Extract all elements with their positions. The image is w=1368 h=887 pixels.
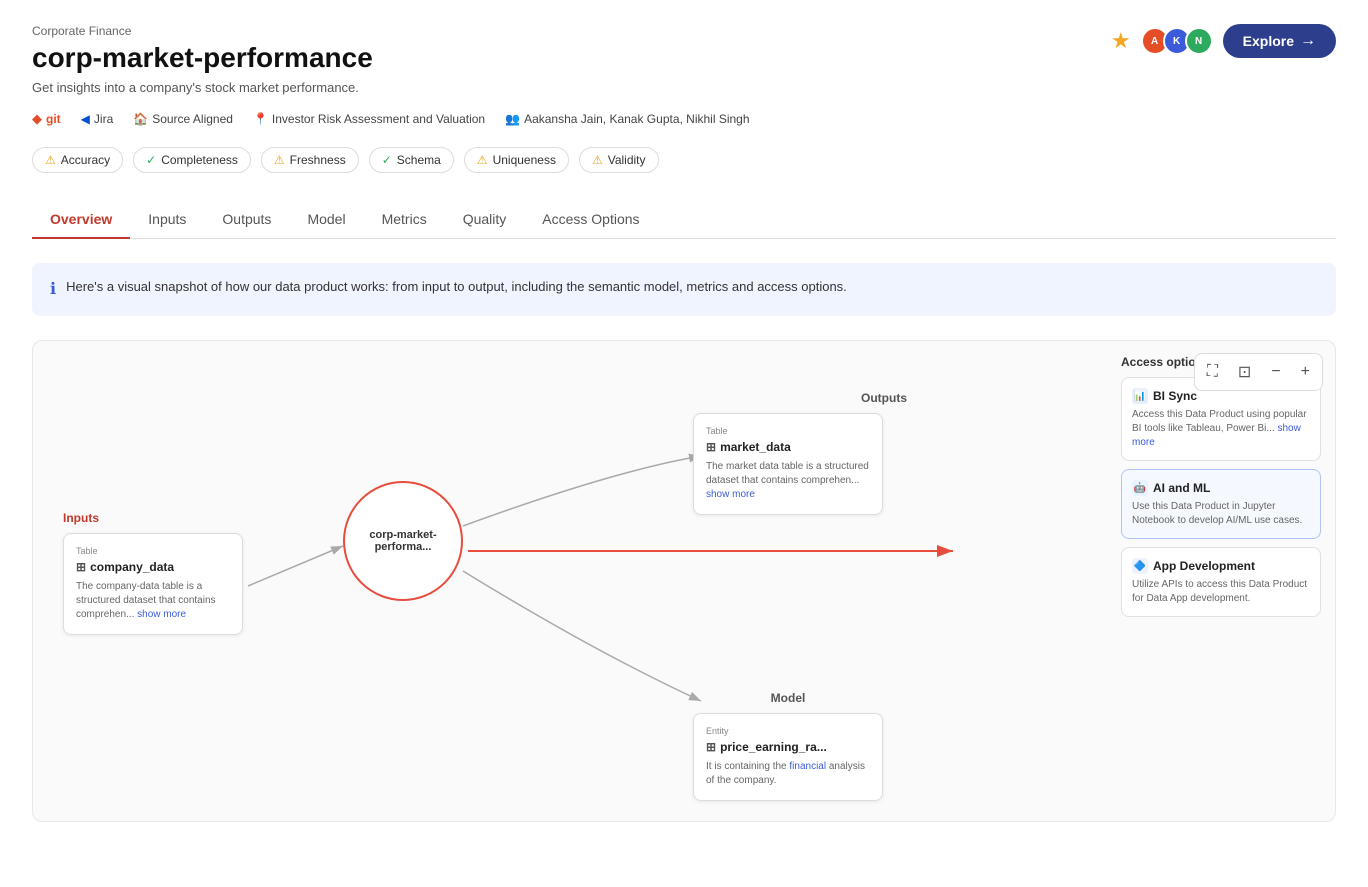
output-card[interactable]: Table ⊞ market_data The market data tabl… [693,413,883,515]
tab-quality[interactable]: Quality [445,201,525,239]
outputs-label: Outputs [693,391,1075,405]
center-node[interactable]: corp-market-performa... [343,481,463,601]
bi-sync-desc: Access this Data Product using popular B… [1132,408,1310,450]
input-show-more[interactable]: show more [137,609,186,620]
output-table-icon: ⊞ [706,440,716,454]
output-card-type: Table [706,426,870,436]
tab-overview[interactable]: Overview [32,201,130,239]
access-card-ai-ml[interactable]: 🤖 AI and ML Use this Data Product in Jup… [1121,469,1321,539]
jira-icon: ◀ [81,112,90,126]
info-text: Here's a visual snapshot of how our data… [66,277,847,297]
input-card-title: ⊞ company_data [76,560,230,574]
model-icon: ⊞ [706,740,716,754]
bi-show-more[interactable]: show more [1132,423,1301,448]
accuracy-icon: ⚠ [45,153,56,167]
tab-metrics[interactable]: Metrics [364,201,445,239]
model-card[interactable]: Entity ⊞ price_earning_ra... It is conta… [693,713,883,801]
model-card-title: ⊞ price_earning_ra... [706,740,870,754]
meta-risk[interactable]: 📍 Investor Risk Assessment and Valuation [253,112,485,126]
center-label: corp-market-performa... [355,529,451,553]
meta-git[interactable]: ◆ git [32,111,61,127]
model-card-desc: It is containing the financial analysis … [706,760,870,788]
freshness-icon: ⚠ [274,153,285,167]
tab-access-options[interactable]: Access Options [524,201,657,239]
app-dev-desc: Utilize APIs to access this Data Product… [1132,578,1310,606]
risk-icon: 📍 [253,112,268,126]
uniqueness-icon: ⚠ [477,153,488,167]
avatar-3: N [1185,27,1213,55]
info-icon: ℹ [50,278,56,302]
diagram-inputs: Inputs Table ⊞ company_data The company-… [63,511,243,635]
input-card-desc: The company-data table is a structured d… [76,580,230,622]
diagram-controls: ⛶ ⊡ − + [1194,353,1323,391]
badge-completeness[interactable]: ✓ Completeness [133,147,251,173]
access-options-panel: Access options 📊 BI Sync Access this Dat… [1121,355,1321,625]
git-icon: ◆ [32,111,42,127]
header-actions: ★ A K N Explore → [1111,24,1336,58]
fullscreen-btn[interactable]: ⛶ [1199,358,1226,386]
ai-ml-desc: Use this Data Product in Jupyter Noteboo… [1132,500,1310,528]
avatar-group: A K N [1141,27,1213,55]
diagram-container: ⛶ ⊡ − + [32,340,1336,822]
zoom-in-btn[interactable]: + [1293,358,1318,386]
access-card-app-dev[interactable]: 🔷 App Development Utilize APIs to access… [1121,547,1321,617]
tab-model[interactable]: Model [289,201,363,239]
schema-icon: ✓ [382,153,392,167]
inputs-label: Inputs [63,511,243,525]
authors-icon: 👥 [505,112,520,126]
completeness-icon: ✓ [146,153,156,167]
star-button[interactable]: ★ [1111,28,1131,54]
input-card-type: Table [76,546,230,556]
tabs: Overview Inputs Outputs Model Metrics Qu… [32,201,1336,239]
center-circle[interactable]: corp-market-performa... [343,481,463,601]
output-card-desc: The market data table is a structured da… [706,460,870,502]
model-card-type: Entity [706,726,870,736]
meta-source[interactable]: 🏠 Source Aligned [133,112,233,126]
output-card-title: ⊞ market_data [706,440,870,454]
badge-accuracy[interactable]: ⚠ Accuracy [32,147,123,173]
fit-btn[interactable]: ⊡ [1230,358,1259,386]
tab-outputs[interactable]: Outputs [204,201,289,239]
validity-icon: ⚠ [592,153,603,167]
input-card[interactable]: Table ⊞ company_data The company-data ta… [63,533,243,635]
bi-sync-icon: 📊 [1132,388,1148,404]
explore-button[interactable]: Explore → [1223,24,1336,58]
badge-uniqueness[interactable]: ⚠ Uniqueness [464,147,569,173]
meta-row: ◆ git ◀ Jira 🏠 Source Aligned 📍 Investor… [32,111,1336,127]
diagram-model: Model Entity ⊞ price_earning_ra... It is… [693,691,883,801]
diagram-area: Inputs Table ⊞ company_data The company-… [33,341,1335,821]
ai-ml-title: 🤖 AI and ML [1132,480,1310,496]
table-icon: ⊞ [76,560,86,574]
app-dev-icon: 🔷 [1132,558,1148,574]
badge-schema[interactable]: ✓ Schema [369,147,454,173]
meta-authors: 👥 Aakansha Jain, Kanak Gupta, Nikhil Sin… [505,112,749,126]
info-banner: ℹ Here's a visual snapshot of how our da… [32,263,1336,316]
quality-badges: ⚠ Accuracy ✓ Completeness ⚠ Freshness ✓ … [32,147,1336,173]
app-dev-title: 🔷 App Development [1132,558,1310,574]
badge-validity[interactable]: ⚠ Validity [579,147,659,173]
output-show-more[interactable]: show more [706,489,755,500]
zoom-out-btn[interactable]: − [1263,358,1288,386]
tab-inputs[interactable]: Inputs [130,201,204,239]
page-subtitle: Get insights into a company's stock mark… [32,80,1336,95]
ai-ml-icon: 🤖 [1132,480,1148,496]
explore-arrow-icon: → [1300,32,1316,50]
source-icon: 🏠 [133,112,148,126]
diagram-outputs: Outputs Table ⊞ market_data The market d… [693,391,1075,515]
meta-jira[interactable]: ◀ Jira [81,112,114,126]
model-label: Model [693,691,883,705]
badge-freshness[interactable]: ⚠ Freshness [261,147,359,173]
